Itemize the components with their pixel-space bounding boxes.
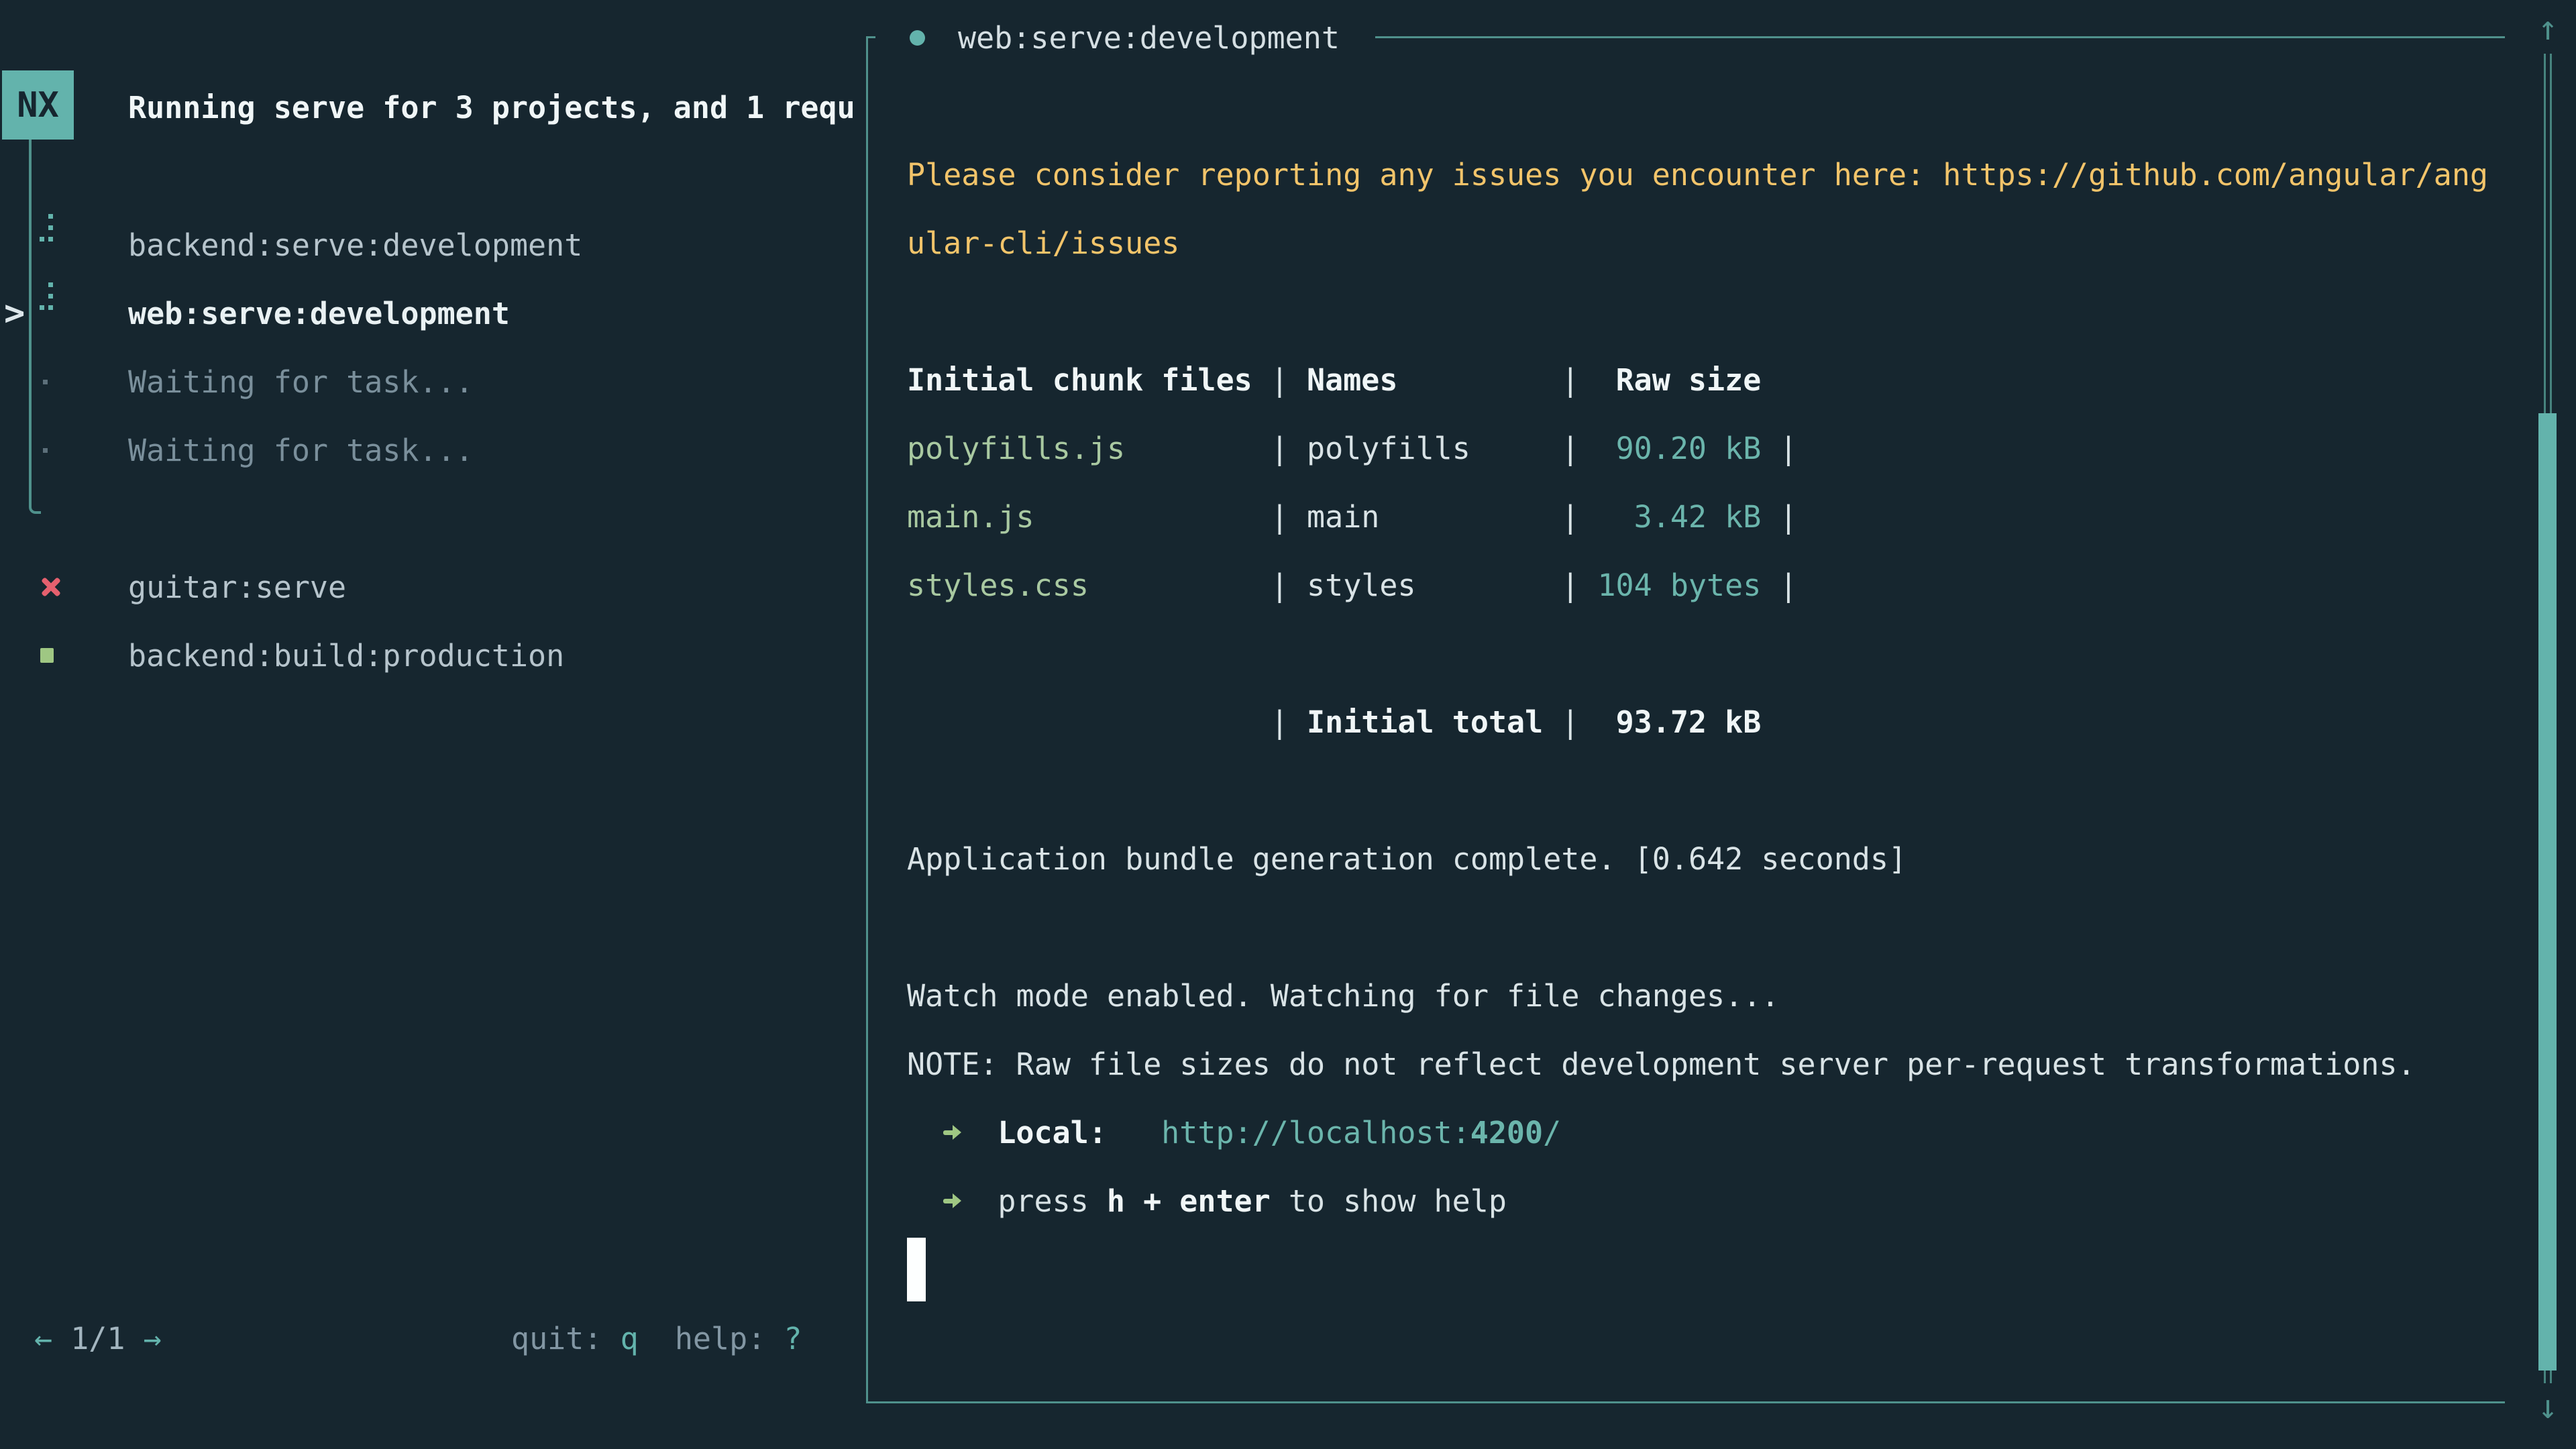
task-label: backend:serve:development [128, 227, 582, 263]
watch-mode-message: Watch mode enabled. Watching for file ch… [907, 961, 2505, 1030]
issues-notice-line2: ular-cli/issues [907, 209, 2505, 277]
note-message: NOTE: Raw file sizes do not reflect deve… [907, 1030, 2505, 1098]
task-row-web-serve[interactable]: web:serve:development [0, 279, 865, 347]
help-hint-suffix: to show help [1289, 1183, 1507, 1219]
chunk-table-header: Initial chunk files|Names|Raw size [907, 345, 2505, 414]
help-key: ? [784, 1321, 802, 1356]
sidebar-bottom-bar: ← 1/1 → quit: q help: ? [0, 1304, 865, 1373]
total-size: 93.72 kB [1579, 704, 1761, 740]
task-row-waiting-2[interactable]: Waiting for task... [0, 416, 865, 484]
task-row-waiting-1[interactable]: Waiting for task... [0, 347, 865, 416]
panel-border-bottom [866, 1401, 2505, 1403]
help-hint-prefix: press [998, 1183, 1088, 1219]
scroll-up-arrow-icon[interactable]: ↑ [2528, 5, 2568, 52]
spinner-icon [40, 211, 60, 279]
task-row-backend-build[interactable]: backend:build:production [0, 621, 865, 690]
running-status-dot-icon [910, 30, 925, 46]
chunk-file: main.js [907, 499, 1271, 535]
total-label: Initial total [1307, 704, 1561, 740]
pending-dot-icon [40, 347, 60, 416]
task-row-backend-serve[interactable]: backend:serve:development [0, 211, 865, 279]
table-row: main.js|main|3.42 kB| [907, 482, 2505, 551]
spinner-icon [40, 279, 60, 347]
chunk-size: 90.20 kB [1579, 431, 1761, 466]
sidebar-title: Running serve for 3 projects, and 1 requ [128, 73, 865, 142]
chunk-name: main [1307, 499, 1561, 535]
scroll-down-arrow-icon[interactable]: ↓ [2528, 1383, 2568, 1430]
panel-title: web:serve:development [958, 3, 1340, 72]
col-header-files: Initial chunk files [907, 362, 1271, 398]
task-label-selected: web:serve:development [128, 296, 510, 331]
task-label: Waiting for task... [128, 433, 474, 468]
pending-dot-icon [40, 416, 60, 484]
local-label: Local: [998, 1115, 1107, 1150]
prompt-arrow-icon [943, 1117, 961, 1148]
terminal-cursor-line [907, 1235, 2505, 1303]
col-header-rawsize: Raw size [1579, 362, 1761, 398]
chunk-file: polyfills.js [907, 431, 1271, 466]
local-url[interactable]: http://localhost:4200/ [1161, 1115, 1561, 1150]
panel-border-left [866, 36, 868, 1403]
task-label: guitar:serve [128, 570, 346, 605]
col-header-names: Names [1307, 362, 1561, 398]
failed-x-icon [40, 553, 60, 621]
nx-tui-screen: NX Running serve for 3 projects, and 1 r… [0, 0, 2576, 1449]
chunk-size: 104 bytes [1579, 568, 1761, 603]
table-total-row: |Initial total|93.72 kB [907, 688, 2505, 756]
quit-label: quit: [511, 1321, 602, 1356]
help-label: help: [675, 1321, 765, 1356]
nx-logo: NX [2, 70, 74, 140]
chunk-size: 3.42 kB [1579, 499, 1761, 535]
page-indicator: 1/1 [70, 1321, 125, 1356]
chunk-name: polyfills [1307, 431, 1561, 466]
terminal-cursor [907, 1238, 926, 1301]
success-square-icon [40, 621, 60, 690]
page-next-arrow[interactable]: → [144, 1321, 162, 1356]
shortcut-hints: quit: q help: ? [511, 1321, 802, 1356]
local-url-line: Local: http://localhost:4200/ [907, 1098, 2505, 1167]
task-row-guitar-serve[interactable]: guitar:serve [0, 553, 865, 621]
bundle-complete-message: Application bundle generation complete. … [907, 824, 2505, 893]
prompt-arrow-icon [943, 1185, 961, 1216]
table-row: styles.css|styles|104 bytes| [907, 551, 2505, 619]
task-label: Waiting for task... [128, 364, 474, 400]
issues-notice-line1: Please consider reporting any issues you… [907, 140, 2505, 209]
chunk-file: styles.css [907, 568, 1271, 603]
chunk-name: styles [1307, 568, 1561, 603]
pagination: ← 1/1 → [34, 1321, 162, 1356]
scrollbar-thumb[interactable] [2538, 413, 2557, 1371]
quit-key: q [621, 1321, 639, 1356]
table-row: polyfills.js|polyfills|90.20 kB| [907, 414, 2505, 482]
page-prev-arrow[interactable]: ← [34, 1321, 52, 1356]
panel-border-top [1375, 36, 2505, 38]
help-hint-line: press h + enter to show help [907, 1167, 2505, 1235]
help-hint-keys: h + enter [1107, 1183, 1271, 1219]
task-label: backend:build:production [128, 638, 564, 674]
